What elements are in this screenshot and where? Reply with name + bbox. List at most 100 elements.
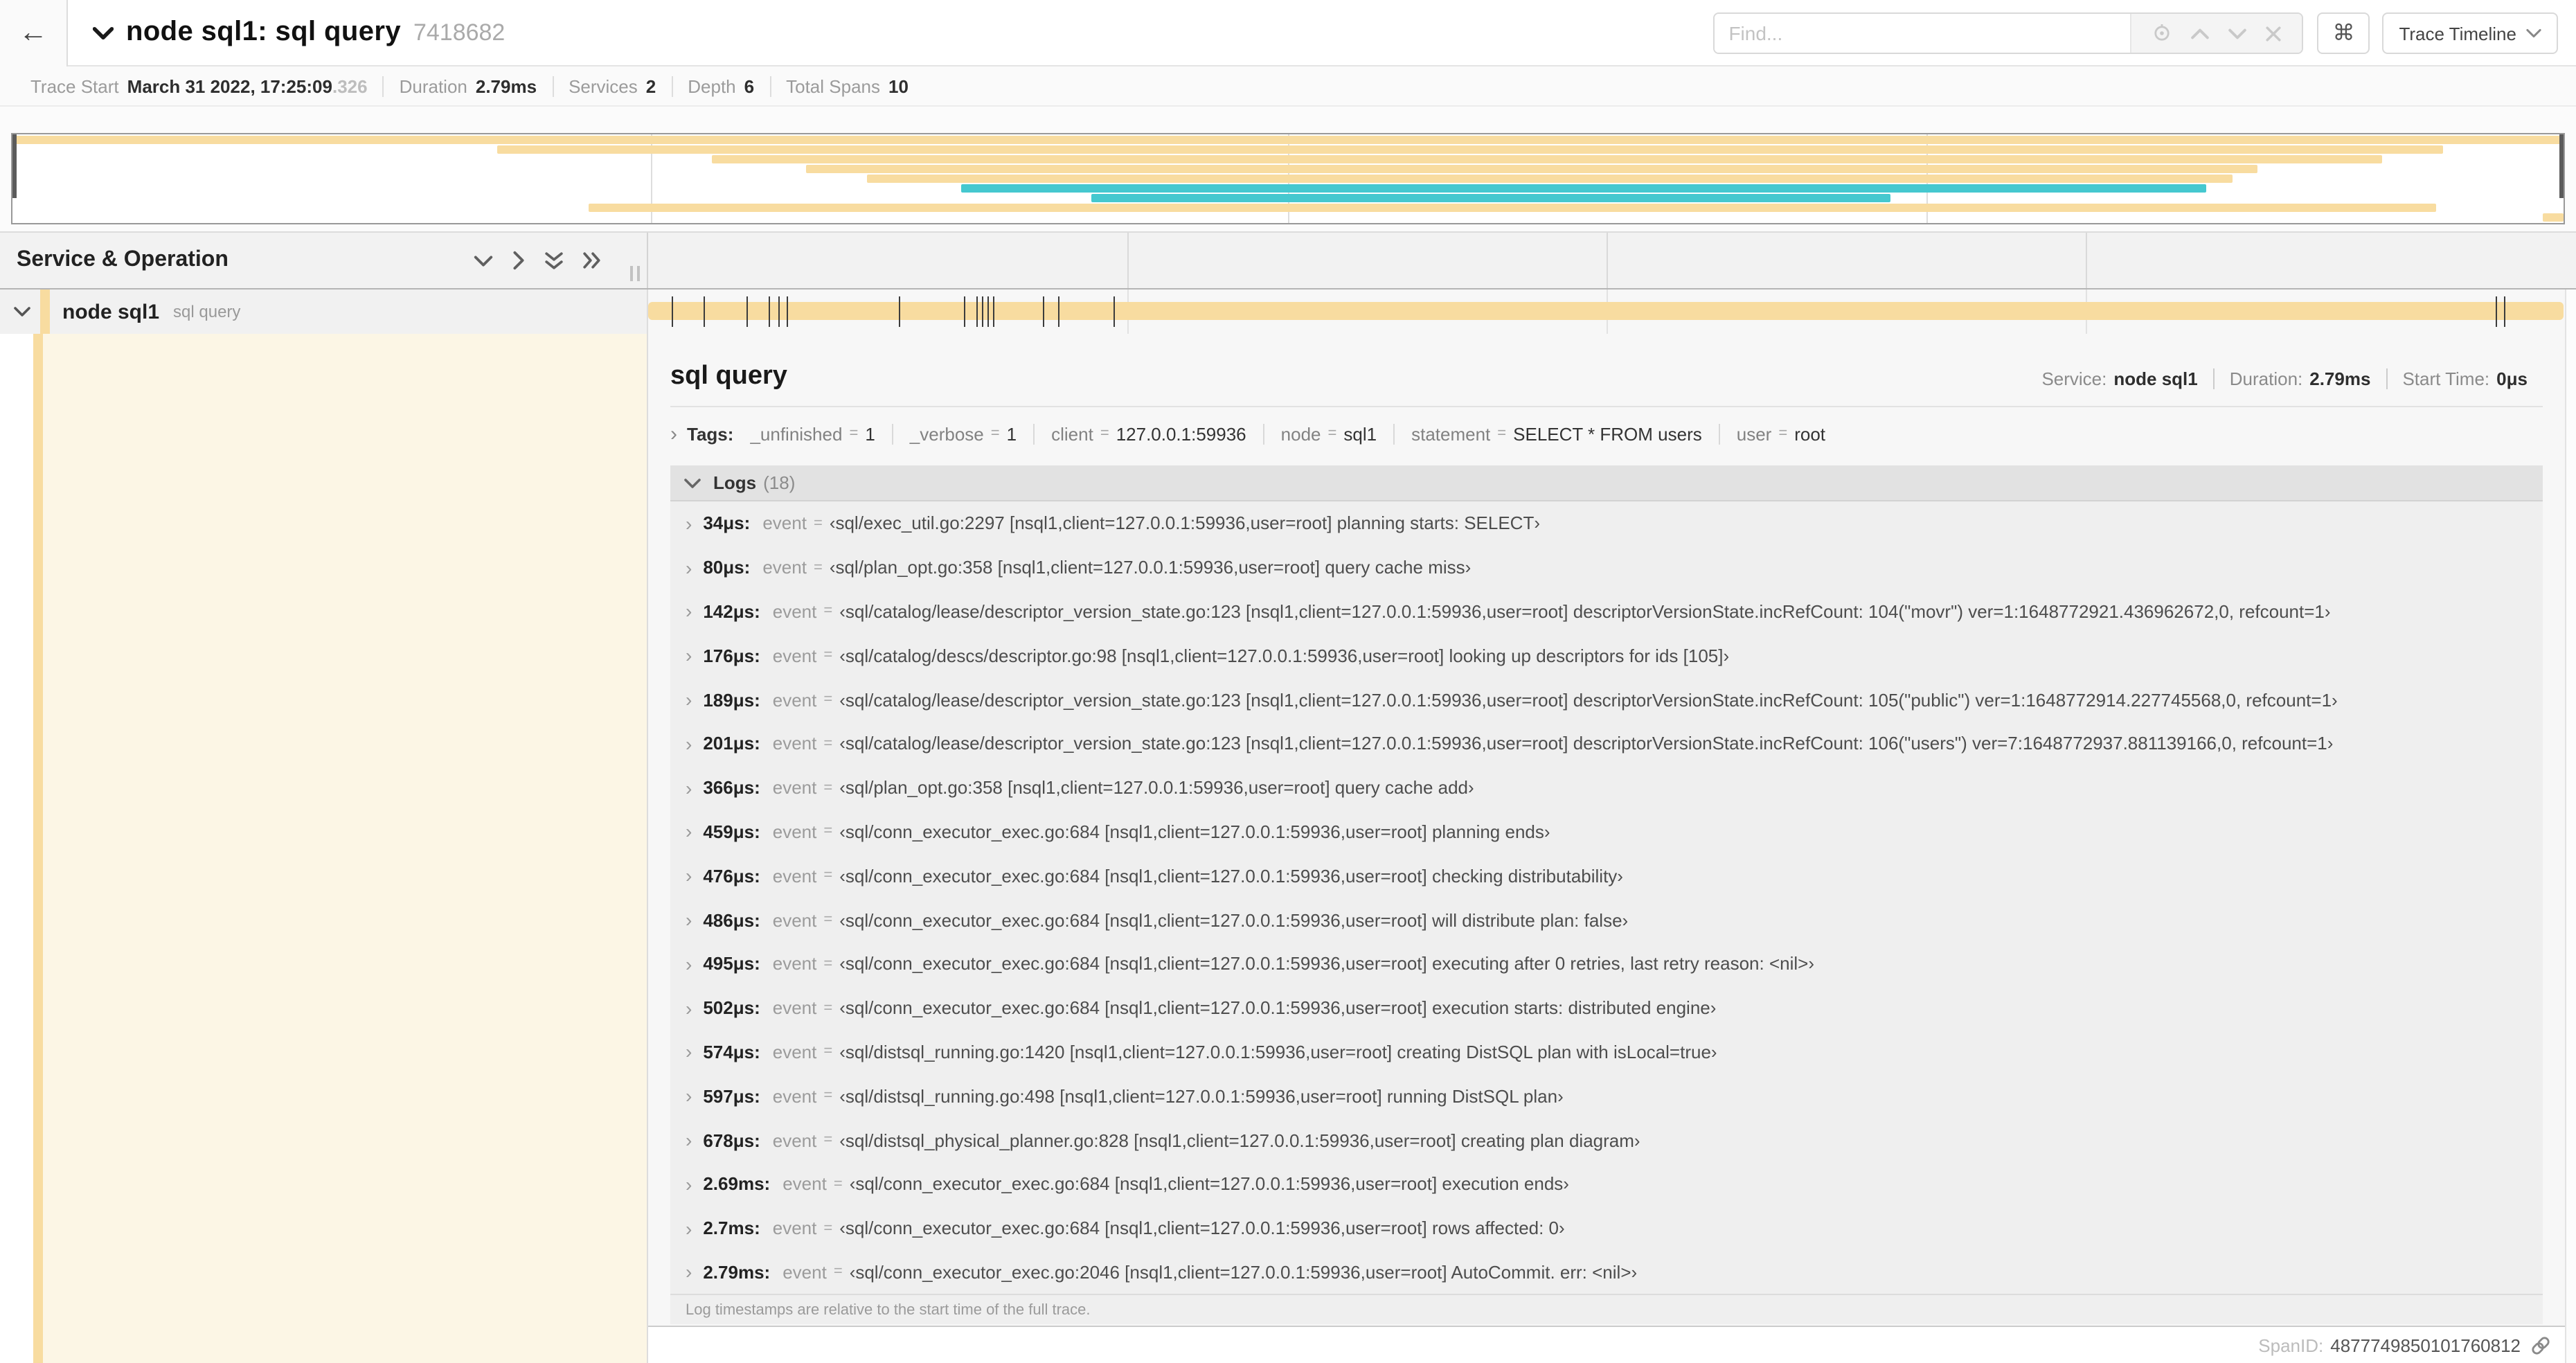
- log-row[interactable]: › 189μs: event = ‹sql/catalog/lease/desc…: [670, 677, 2543, 722]
- log-row-chevron-icon[interactable]: ›: [686, 1087, 692, 1106]
- trace-summary-bar: Trace Start March 31 2022, 17:25:09 .326…: [0, 66, 2576, 107]
- log-row-chevron-icon[interactable]: ›: [686, 1263, 692, 1282]
- minimap-span-bar: [1091, 194, 1890, 202]
- prev-result-icon[interactable]: [2181, 14, 2219, 53]
- log-row-chevron-icon[interactable]: ›: [686, 1042, 692, 1062]
- span-row-timeline-cell[interactable]: [648, 289, 2565, 334]
- log-row[interactable]: › 176μs: event = ‹sql/catalog/descs/desc…: [670, 634, 2543, 678]
- log-row-chevron-icon[interactable]: ›: [686, 1218, 692, 1238]
- clear-search-icon[interactable]: [2256, 14, 2291, 53]
- log-event-tick: [987, 296, 989, 327]
- detail-divider: [670, 406, 2543, 407]
- log-event-tick: [786, 296, 788, 327]
- log-row-chevron-icon[interactable]: ›: [686, 778, 692, 797]
- detail-left-column: [0, 334, 648, 1363]
- log-row[interactable]: › 2.7ms: event = ‹sql/conn_executor_exec…: [670, 1206, 2543, 1251]
- log-event-tick: [1043, 296, 1045, 327]
- scrollbar-gutter: [2565, 289, 2576, 334]
- tags-row[interactable]: › Tags: _unfinished = 1 _verbose = 1 cli…: [670, 413, 2543, 454]
- log-row-chevron-icon[interactable]: ›: [686, 558, 692, 577]
- log-row[interactable]: › 476μs: event = ‹sql/conn_executor_exec…: [670, 854, 2543, 898]
- minimap-canvas[interactable]: [11, 133, 2565, 224]
- tags-chevron-icon[interactable]: ›: [670, 423, 677, 444]
- trace-view-select[interactable]: Trace Timeline: [2382, 12, 2558, 54]
- trace-id: 7418682: [413, 19, 506, 45]
- minimap-span-bar: [497, 145, 2444, 154]
- focus-match-icon[interactable]: [2143, 14, 2181, 53]
- collapse-one-icon[interactable]: [464, 254, 503, 267]
- ruler-gridline: [1607, 233, 1608, 288]
- deep-link-icon[interactable]: [2530, 1335, 2551, 1355]
- log-row[interactable]: › 459μs: event = ‹sql/conn_executor_exec…: [670, 810, 2543, 854]
- detail-stat: Service: node sql1: [2041, 368, 2198, 389]
- expand-one-icon[interactable]: [503, 251, 535, 270]
- span-collapse-chevron-icon[interactable]: [0, 306, 30, 317]
- find-input[interactable]: [1715, 14, 2131, 53]
- log-row[interactable]: › 495μs: event = ‹sql/conn_executor_exec…: [670, 942, 2543, 986]
- trace-collapse-chevron-icon[interactable]: [93, 26, 114, 39]
- tag-pill: _verbose = 1: [891, 423, 1033, 444]
- log-row[interactable]: › 34μs: event = ‹sql/exec_util.go:2297 […: [670, 501, 2543, 546]
- minimap-span-bar: [711, 155, 2383, 163]
- columns-header: Service & Operation: [0, 231, 2576, 289]
- log-row[interactable]: › 502μs: event = ‹sql/conn_executor_exec…: [670, 986, 2543, 1031]
- log-row-chevron-icon[interactable]: ›: [686, 514, 692, 533]
- back-button[interactable]: ←: [0, 0, 68, 66]
- ruler-gridline: [2086, 233, 2087, 288]
- detail-accent-bar: [33, 334, 43, 1363]
- minimap-span-bar: [961, 184, 2207, 193]
- log-event-tick: [2496, 296, 2498, 327]
- expand-all-icon[interactable]: [573, 251, 611, 270]
- log-event-tick: [746, 296, 748, 327]
- log-row[interactable]: › 486μs: event = ‹sql/conn_executor_exec…: [670, 898, 2543, 942]
- log-row[interactable]: › 366μs: event = ‹sql/plan_opt.go:358 [n…: [670, 766, 2543, 810]
- log-row-chevron-icon[interactable]: ›: [686, 954, 692, 974]
- log-row-chevron-icon[interactable]: ›: [686, 998, 692, 1017]
- minimap-right-scrubber[interactable]: [2559, 134, 2564, 198]
- collapse-all-icon[interactable]: [535, 251, 573, 269]
- collapse-controls: [464, 233, 611, 288]
- log-row-chevron-icon[interactable]: ›: [686, 822, 692, 841]
- log-row[interactable]: › 80μs: event = ‹sql/plan_opt.go:358 [ns…: [670, 546, 2543, 590]
- detail-stat: Duration: 2.79ms: [2212, 368, 2386, 389]
- logs-count: (18): [763, 472, 796, 493]
- ruler-gutter: [2565, 233, 2576, 288]
- log-row[interactable]: › 597μs: event = ‹sql/distsql_running.go…: [670, 1074, 2543, 1119]
- log-row[interactable]: › 678μs: event = ‹sql/distsql_physical_p…: [670, 1118, 2543, 1162]
- minimap-span-bar: [2543, 213, 2564, 222]
- summary-item: Total Spans 10: [769, 75, 924, 96]
- keyboard-shortcuts-button[interactable]: ⌘: [2317, 12, 2370, 54]
- summary-item: Trace Start March 31 2022, 17:25:09 .326: [30, 75, 368, 96]
- log-row[interactable]: › 2.79ms: event = ‹sql/conn_executor_exe…: [670, 1250, 2543, 1294]
- log-row-chevron-icon[interactable]: ›: [686, 866, 692, 886]
- logs-header[interactable]: Logs (18): [670, 465, 2543, 501]
- log-row-chevron-icon[interactable]: ›: [686, 1130, 692, 1150]
- minimap-left-scrubber[interactable]: [12, 134, 17, 198]
- log-row[interactable]: › 201μs: event = ‹sql/catalog/lease/desc…: [670, 722, 2543, 766]
- log-row-chevron-icon[interactable]: ›: [686, 1175, 692, 1194]
- logs-collapse-chevron-icon[interactable]: [684, 477, 701, 488]
- log-row[interactable]: › 574μs: event = ‹sql/distsql_running.go…: [670, 1030, 2543, 1074]
- next-result-icon[interactable]: [2219, 14, 2256, 53]
- summary-item: Duration 2.79ms: [382, 75, 552, 96]
- log-row[interactable]: › 142μs: event = ‹sql/catalog/lease/desc…: [670, 589, 2543, 634]
- span-operation-name: sql query: [173, 302, 241, 321]
- log-row-chevron-icon[interactable]: ›: [686, 646, 692, 666]
- span-detail-row: sql query Service: node sql1 Duration: 2…: [0, 334, 2576, 1363]
- log-row-chevron-icon[interactable]: ›: [686, 910, 692, 929]
- trace-timeline-page: ← node sql1: sql query 7418682 Find... ⌘…: [0, 0, 2576, 1363]
- span-service-name: node sql1: [62, 300, 160, 323]
- log-row[interactable]: › 2.69ms: event = ‹sql/conn_executor_exe…: [670, 1162, 2543, 1206]
- column-resize-grip[interactable]: [626, 266, 640, 281]
- log-row-chevron-icon[interactable]: ›: [686, 734, 692, 754]
- span-row-name-cell[interactable]: node sql1 sql query: [0, 289, 648, 334]
- log-row-chevron-icon[interactable]: ›: [686, 690, 692, 709]
- log-event-tick: [1058, 296, 1060, 327]
- span-id-label: SpanID:: [2258, 1335, 2324, 1355]
- trace-title-group: node sql1: sql query 7418682: [93, 17, 505, 48]
- log-row-chevron-icon[interactable]: ›: [686, 602, 692, 621]
- log-event-tick: [778, 296, 780, 327]
- span-row[interactable]: node sql1 sql query: [0, 289, 2576, 334]
- detail-operation-title: sql query: [670, 362, 787, 391]
- span-duration-bar[interactable]: [648, 302, 2564, 320]
